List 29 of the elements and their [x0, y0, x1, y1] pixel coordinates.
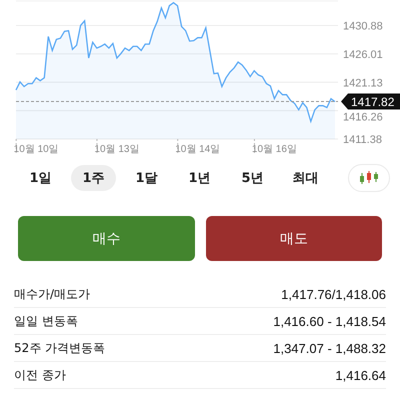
stat-value: 1,416.60 - 1,418.54 — [273, 314, 386, 328]
axis-label: 1416.26 — [343, 112, 383, 124]
axis-label: 10월 16일 — [252, 144, 297, 155]
period-tab[interactable]: 최대 — [283, 165, 328, 191]
axis-label: 1411.38 — [343, 134, 382, 146]
period-tab[interactable]: 1년 — [177, 165, 222, 191]
period-tab[interactable]: 1일 — [18, 165, 63, 191]
axis-label: 1430.88 — [343, 20, 383, 33]
sell-button[interactable]: 매도 — [206, 216, 382, 261]
stat-label: 매수가/매도가 — [14, 286, 90, 302]
period-tab[interactable]: 1주 — [71, 165, 116, 191]
stat-value: 1,416.64 — [335, 368, 386, 382]
axis-label: 10월 13일 — [94, 144, 140, 155]
stat-label: 이전 종가 — [14, 366, 66, 384]
buy-button[interactable]: 매수 — [18, 216, 194, 261]
stat-label: 일일 변동폭 — [14, 312, 78, 330]
candlestick-icon — [359, 171, 379, 185]
current-price-tag: 1417.82 — [341, 94, 400, 110]
axis-label: 10월 10일 — [14, 144, 59, 155]
axis-label: 1426.01 — [343, 48, 383, 61]
axis-label: 1421.13 — [343, 77, 383, 90]
ref-line-label: 1417.82 — [351, 95, 395, 110]
stat-label: 52주 가격변동폭 — [14, 340, 106, 356]
stat-value: 1,347.07 - 1,488.32 — [273, 340, 386, 356]
period-tab[interactable]: 1달 — [124, 165, 169, 191]
axis-label: 10월 14일 — [175, 144, 220, 155]
chart-type-button[interactable] — [348, 164, 390, 192]
period-tab[interactable]: 5년 — [230, 165, 275, 191]
stat-value: 1,417.76/1,418.06 — [281, 286, 386, 302]
